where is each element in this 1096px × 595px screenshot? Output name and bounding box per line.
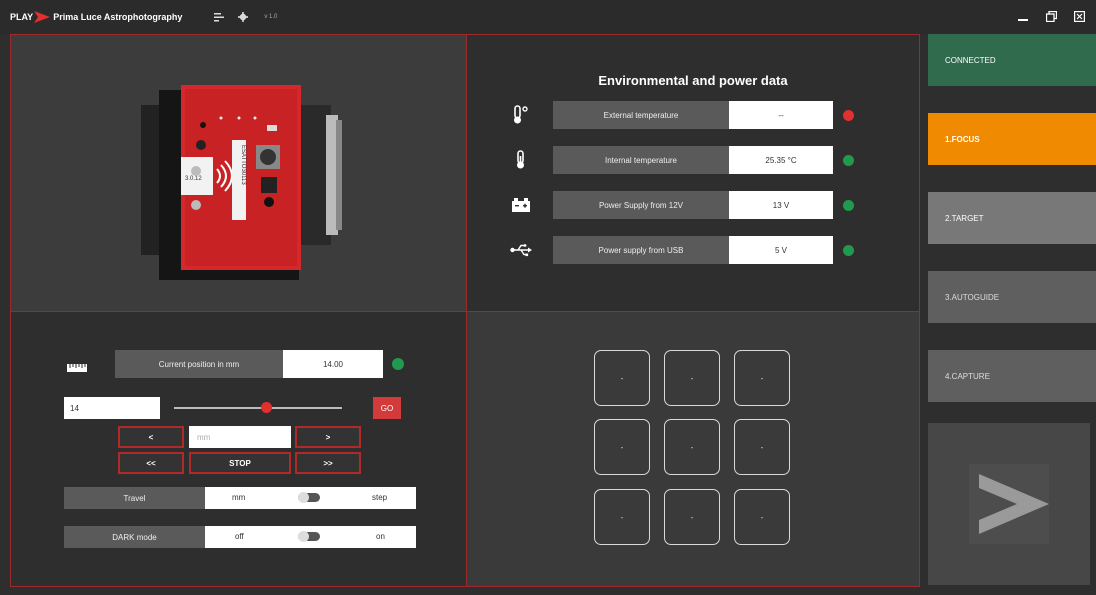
focus-control-panel: Current position in mm 14.00 14 GO < mm …	[11, 312, 466, 586]
fast-back-button[interactable]: <<	[118, 452, 184, 474]
version-label: v 1.0	[264, 14, 278, 20]
env-value: 5 V	[729, 236, 833, 264]
env-label: Power supply from USB	[553, 236, 729, 264]
travel-label: Travel	[64, 487, 205, 509]
env-label: Power Supply from 12V	[553, 191, 729, 219]
stop-button[interactable]: STOP	[189, 452, 291, 474]
minimize-icon[interactable]	[1016, 9, 1030, 23]
logo-play-text: PLAY	[10, 12, 34, 22]
env-value: --	[729, 101, 833, 129]
close-icon[interactable]	[1072, 9, 1086, 23]
dark-mode-toggle-field: off on	[205, 526, 416, 548]
focuser-device-image: 3.0.12 ESATTO30113	[141, 85, 342, 280]
env-row-external-temp: External temperature --	[507, 101, 854, 129]
env-label: External temperature	[553, 101, 729, 129]
logo-brand-text: Prima Luce Astrophotography	[53, 12, 183, 22]
env-value: 25.35 °C	[729, 146, 833, 174]
position-slider-thumb[interactable]	[260, 402, 272, 413]
battery-icon	[507, 195, 535, 215]
status-indicator	[843, 245, 854, 256]
status-indicator	[843, 155, 854, 166]
preset-tile[interactable]: -	[594, 489, 650, 545]
env-row-power-12v: Power Supply from 12V 13 V	[507, 191, 854, 219]
window-controls	[1016, 9, 1086, 23]
panel-divider-horizontal	[11, 311, 919, 312]
restore-icon[interactable]	[1044, 9, 1058, 23]
travel-toggle-field: mm step	[205, 487, 416, 509]
env-row-power-usb: Power supply from USB 5 V	[507, 236, 854, 264]
firmware-label: 3.0.12	[185, 176, 202, 182]
nav-capture[interactable]: 4.CAPTURE	[928, 350, 1096, 402]
dark-option-on: on	[376, 532, 385, 541]
position-status-indicator	[392, 358, 404, 370]
thermometer-ext-icon	[507, 105, 535, 125]
travel-option-step: step	[372, 493, 388, 502]
preset-tile[interactable]: -	[594, 350, 650, 406]
fast-forward-button[interactable]: >>	[295, 452, 361, 474]
go-button[interactable]: GO	[373, 397, 401, 419]
environment-panel: Environmental and power data External te…	[467, 35, 919, 311]
step-back-button[interactable]: <	[118, 426, 184, 448]
logo-chevron-icon	[34, 11, 51, 23]
status-indicator	[843, 110, 854, 121]
status-indicator	[843, 200, 854, 211]
usb-icon	[507, 240, 535, 260]
next-chevron-icon	[969, 464, 1049, 544]
title-bar: PLAY Prima Luce Astrophotography v 1.0	[0, 0, 1096, 34]
nav-connected[interactable]: CONNECTED	[928, 34, 1096, 86]
dark-mode-toggle[interactable]	[298, 531, 320, 542]
nav-target[interactable]: 2.TARGET	[928, 192, 1096, 244]
dark-option-off: off	[235, 532, 244, 541]
preset-tile[interactable]: -	[734, 350, 790, 406]
nav-focus[interactable]: 1.FOCUS	[928, 113, 1096, 165]
ruler-icon	[67, 359, 87, 377]
main-panel: 3.0.12 ESATTO30113 Environmental and pow…	[10, 34, 920, 587]
step-size-input[interactable]: mm	[189, 426, 291, 448]
list-icon[interactable]	[212, 10, 226, 24]
position-value: 14.00	[283, 350, 383, 378]
dark-mode-label: DARK mode	[64, 526, 205, 548]
env-title: Environmental and power data	[598, 73, 788, 88]
app-logo: PLAY Prima Luce Astrophotography	[10, 11, 182, 23]
nav-autoguide[interactable]: 3.AUTOGUIDE	[928, 271, 1096, 323]
app-window: PLAY Prima Luce Astrophotography v 1.0 3…	[0, 0, 1096, 595]
preset-tile[interactable]: -	[664, 419, 720, 475]
device-image-panel: 3.0.12 ESATTO30113	[11, 35, 466, 311]
step-forward-button[interactable]: >	[295, 426, 361, 448]
next-step-button[interactable]	[928, 423, 1090, 585]
preset-tile[interactable]: -	[664, 350, 720, 406]
position-slider-track[interactable]	[174, 407, 342, 409]
target-position-input[interactable]: 14	[64, 397, 160, 419]
travel-toggle[interactable]	[298, 492, 320, 503]
env-row-internal-temp: Internal temperature 25.35 °C	[507, 146, 854, 174]
preset-tile[interactable]: -	[594, 419, 650, 475]
preset-tile[interactable]: -	[734, 489, 790, 545]
serial-label: ESATTO30113	[240, 145, 246, 185]
env-value: 13 V	[729, 191, 833, 219]
preset-tile[interactable]: -	[734, 419, 790, 475]
preset-tile[interactable]: -	[664, 489, 720, 545]
gear-icon[interactable]	[236, 10, 250, 24]
position-label: Current position in mm	[115, 350, 283, 378]
preset-grid-panel: - - - - - - - - -	[467, 312, 919, 586]
thermometer-int-icon	[507, 150, 535, 170]
env-label: Internal temperature	[553, 146, 729, 174]
travel-option-mm: mm	[232, 493, 246, 502]
